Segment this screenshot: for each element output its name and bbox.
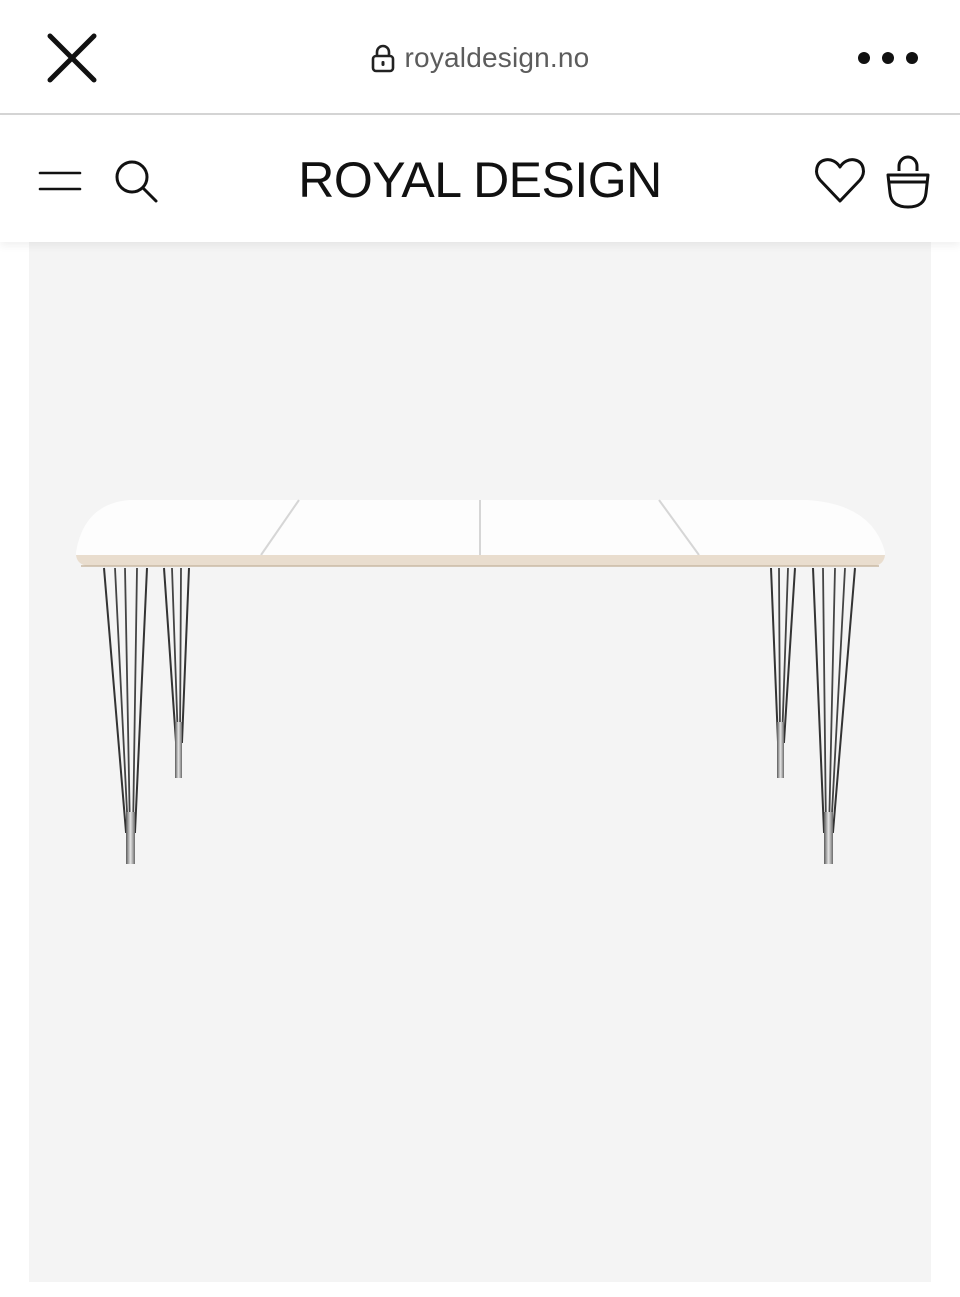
lock-icon [371,44,394,73]
browser-address-bar: royaldesign.no [0,0,960,115]
cart-button[interactable] [880,151,936,211]
site-header: ROYAL DESIGN [0,117,960,242]
leg-left-front [103,567,148,864]
heart-icon [815,158,865,203]
more-dots-icon [858,52,918,64]
product-image[interactable] [29,242,931,1282]
wishlist-button[interactable] [812,153,868,209]
leg-right-front [812,567,856,864]
leg-left-back [163,567,190,778]
leg-right-back [770,567,796,778]
table-illustration [76,499,885,864]
table-edge [76,555,885,566]
url-text: royaldesign.no [404,42,590,73]
shopping-bag-icon [886,155,930,209]
more-options-button[interactable] [852,40,924,76]
url-display[interactable]: royaldesign.no [0,38,960,78]
